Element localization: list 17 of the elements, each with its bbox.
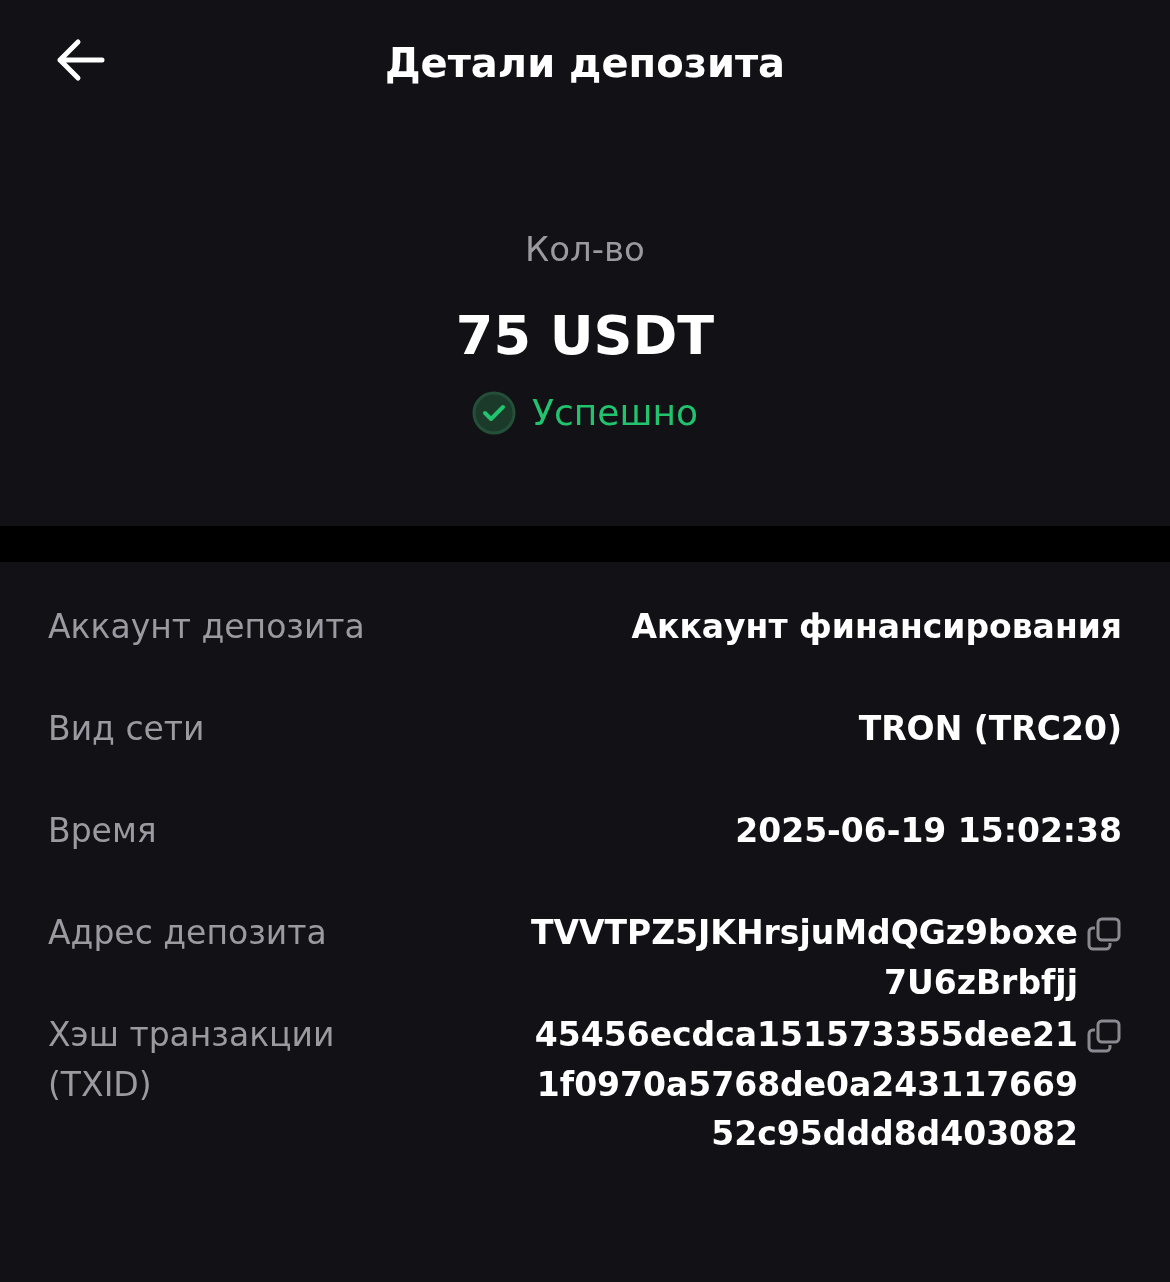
detail-value: Аккаунт финансирования (631, 606, 1122, 648)
detail-value: 45456ecdca151573355dee211f0970a5768de0a24311766952c95ddd8d403082 (534, 1014, 1078, 1155)
detail-label: Хэш транзакции (TXID) (48, 1014, 336, 1106)
amount-label: Кол-во (525, 228, 645, 271)
detail-label: Вид сети (48, 708, 206, 750)
check-circle-icon (472, 391, 517, 435)
status-text: Успешно (532, 391, 698, 435)
detail-label: Аккаунт депозита (48, 606, 366, 648)
page-title: Детали депозита (384, 39, 786, 88)
detail-value: TVVTPZ5JKHrsjuMdQGz9boxe7U6zBrbfjj (530, 912, 1078, 1004)
detail-value: TRON (TRC20) (858, 708, 1122, 750)
amount-value: 75 USDT (455, 303, 715, 369)
copy-icon[interactable] (1086, 1018, 1122, 1054)
detail-label: Адрес депозита (48, 912, 328, 954)
copy-icon[interactable] (1086, 916, 1122, 952)
detail-label: Время (48, 810, 158, 852)
detail-value: 2025-06-19 15:02:38 (735, 810, 1122, 852)
